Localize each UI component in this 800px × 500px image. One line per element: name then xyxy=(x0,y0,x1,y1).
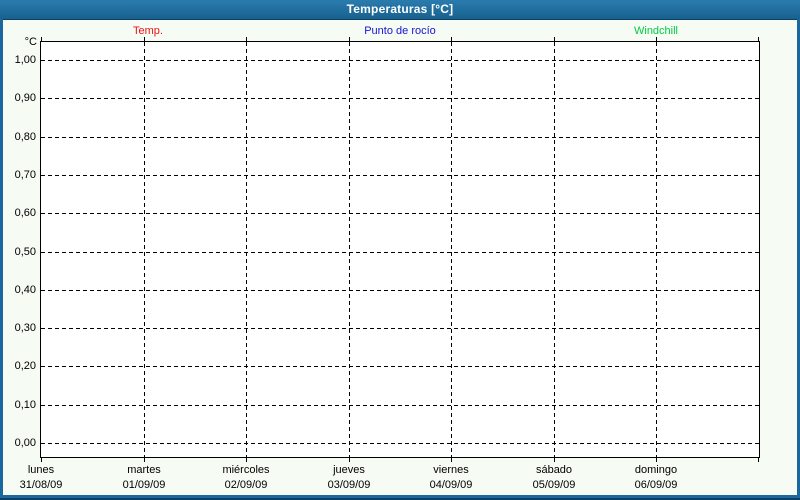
h-gridline xyxy=(41,328,759,330)
window-border-left xyxy=(0,19,3,500)
x-day-date: 05/09/09 xyxy=(532,479,576,491)
x-day-date: 06/09/09 xyxy=(634,479,678,491)
x-day-label: domingo 06/09/09 xyxy=(604,463,708,493)
h-gridline xyxy=(41,213,759,215)
window-title: Temperaturas [°C] xyxy=(346,2,454,16)
x-day-label: sábado 05/09/09 xyxy=(502,463,606,493)
axis-tick-bottom xyxy=(758,458,759,462)
axis-tick-bottom xyxy=(144,458,145,462)
h-gridline xyxy=(41,136,759,138)
axis-tick-top xyxy=(451,37,452,41)
y-tick-label: 0,20 xyxy=(14,360,36,372)
h-gridline xyxy=(41,289,759,291)
v-gridline xyxy=(451,42,452,457)
v-gridline xyxy=(554,42,555,457)
x-day-date: 31/08/09 xyxy=(19,479,63,491)
v-gridline xyxy=(656,42,657,457)
axis-tick-top xyxy=(349,37,350,41)
x-day-label: martes 01/09/09 xyxy=(92,463,196,493)
h-gridline xyxy=(41,60,759,61)
x-day-name: miércoles xyxy=(222,464,270,476)
x-day-name: jueves xyxy=(333,464,365,476)
axis-tick-top xyxy=(656,37,657,41)
x-day-label: jueves 03/09/09 xyxy=(297,463,401,493)
h-gridline xyxy=(41,404,759,406)
axis-tick-top xyxy=(758,37,759,41)
axis-tick-top xyxy=(41,37,42,41)
h-gridline xyxy=(41,98,759,100)
window-border-bottom xyxy=(0,495,800,500)
y-tick-label: 0,90 xyxy=(14,92,36,104)
x-day-date: 01/09/09 xyxy=(122,479,166,491)
plot-area xyxy=(40,37,760,462)
h-gridline xyxy=(41,174,759,176)
x-day-name: lunes xyxy=(27,464,55,476)
titlebar: Temperaturas [°C] xyxy=(0,0,800,20)
legend-item-windchill: Windchill xyxy=(633,25,679,37)
x-day-date: 02/09/09 xyxy=(224,479,268,491)
legend-item-dew-point: Punto de rocío xyxy=(364,25,436,37)
x-day-name: domingo xyxy=(634,464,678,476)
x-day-label: viernes 04/09/09 xyxy=(399,463,503,493)
axis-tick-top xyxy=(554,37,555,41)
x-day-name: sábado xyxy=(535,464,573,476)
y-tick-label: 0,60 xyxy=(14,207,36,219)
y-tick-label: 1,00 xyxy=(14,54,36,66)
axis-tick-bottom xyxy=(554,458,555,462)
v-gridline xyxy=(349,42,350,457)
y-tick-label: 0,40 xyxy=(14,284,36,296)
v-gridline xyxy=(144,42,145,457)
x-day-name: martes xyxy=(127,464,161,476)
x-day-label: lunes 31/08/09 xyxy=(0,463,93,493)
y-axis-unit-label: °C xyxy=(24,36,37,48)
x-day-label: miércoles 02/09/09 xyxy=(194,463,298,493)
y-tick-label: 0,00 xyxy=(14,437,36,449)
axis-tick-bottom xyxy=(349,458,350,462)
v-gridline xyxy=(246,42,247,457)
legend-item-temp: Temp. xyxy=(133,25,163,37)
x-day-date: 04/09/09 xyxy=(429,479,473,491)
axis-tick-bottom xyxy=(451,458,452,462)
axis-tick-bottom xyxy=(41,458,42,462)
h-gridline xyxy=(41,366,759,368)
axis-tick-bottom xyxy=(246,458,247,462)
axis-tick-top xyxy=(246,37,247,41)
axis-tick-top xyxy=(144,37,145,41)
y-tick-label: 0,10 xyxy=(14,399,36,411)
y-tick-label: 0,70 xyxy=(14,169,36,181)
x-day-name: viernes xyxy=(433,464,469,476)
chart-window: Temperaturas [°C] Temp. Punto de rocío W… xyxy=(0,0,800,500)
x-day-date: 03/09/09 xyxy=(327,479,371,491)
axis-tick-bottom xyxy=(656,458,657,462)
y-tick-label: 0,30 xyxy=(14,322,36,334)
h-gridline xyxy=(41,443,759,444)
h-gridline xyxy=(41,251,759,253)
y-tick-label: 0,50 xyxy=(14,246,36,258)
y-tick-label: 0,80 xyxy=(14,131,36,143)
